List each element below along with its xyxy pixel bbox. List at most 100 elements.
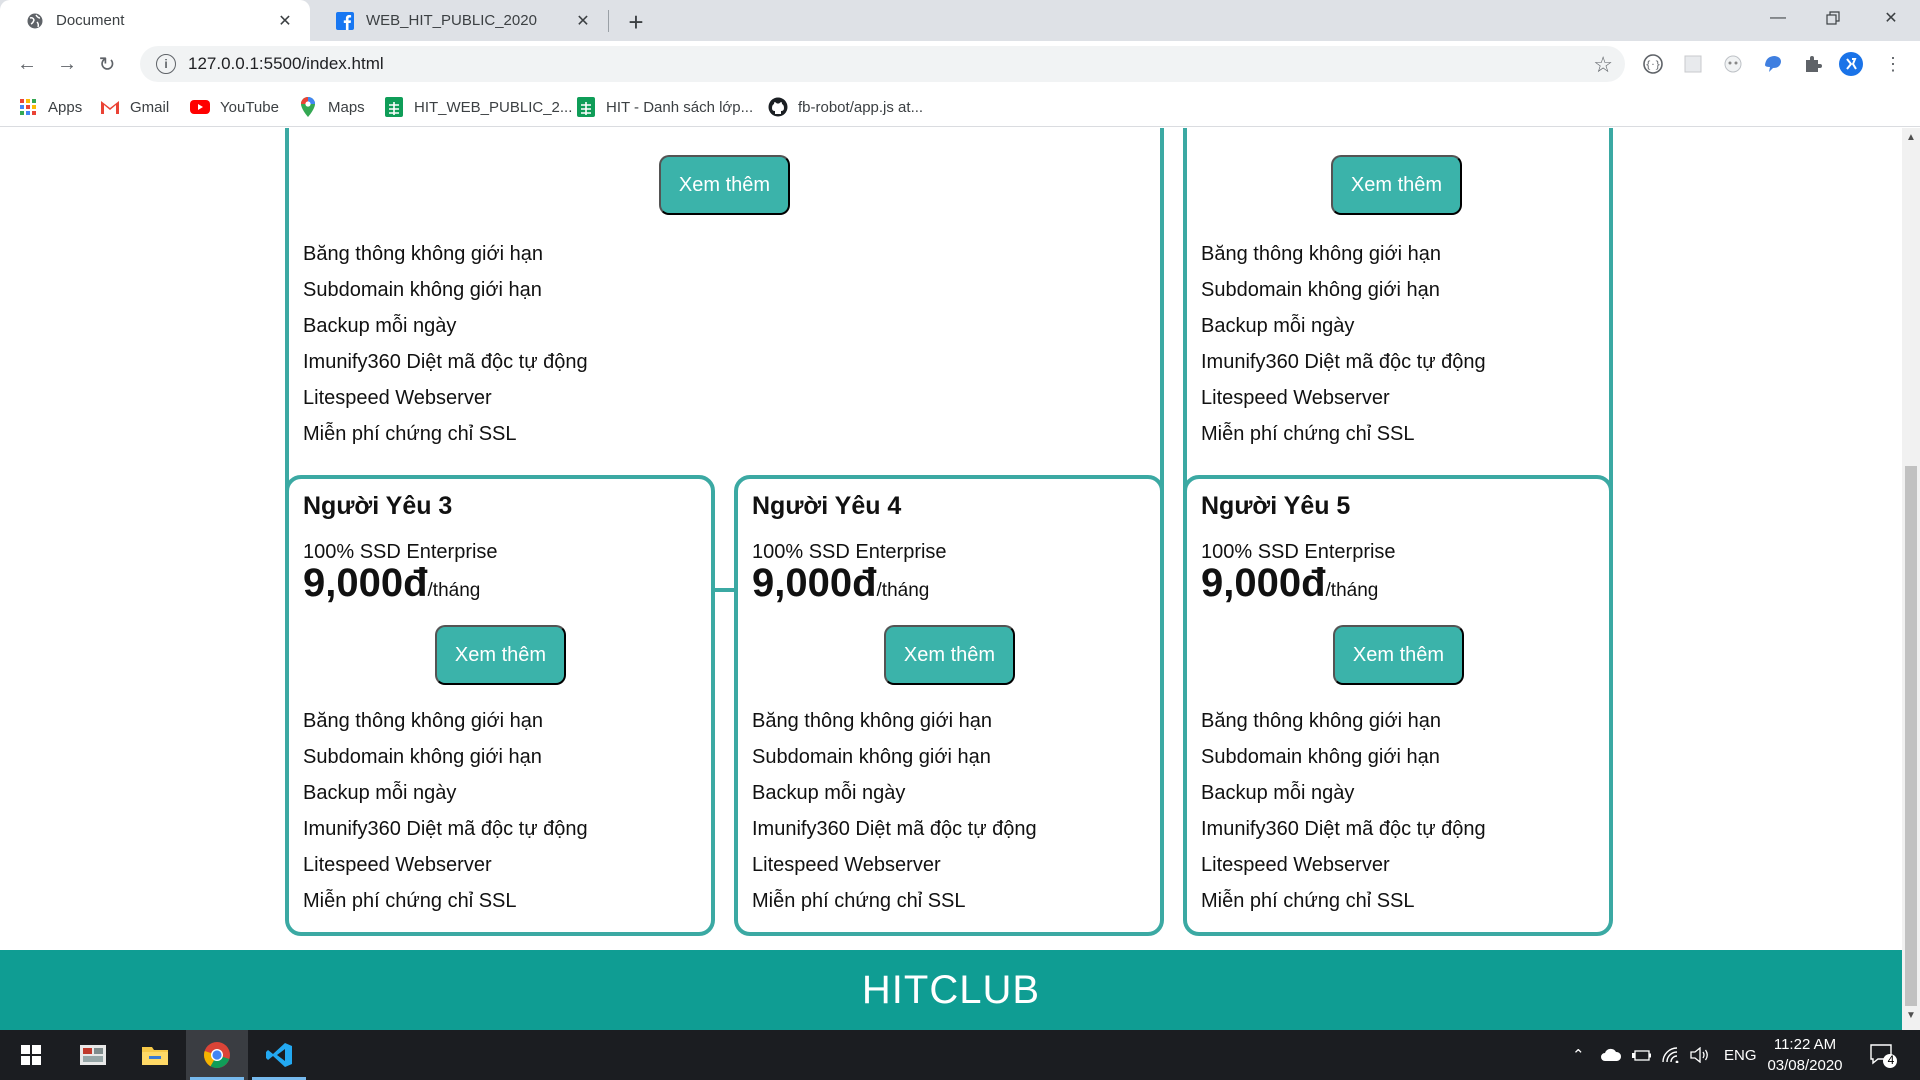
vscode-icon[interactable] bbox=[248, 1030, 310, 1080]
extension-icon[interactable]: {·} bbox=[1640, 51, 1666, 77]
windows-start-icon[interactable] bbox=[0, 1030, 62, 1080]
feature-item: Imunify360 Diệt mã độc tự động bbox=[303, 818, 588, 840]
puzzle-icon[interactable] bbox=[1800, 51, 1826, 77]
address-bar[interactable]: i 127.0.0.1:5500/index.html ☆ bbox=[140, 46, 1625, 82]
scroll-thumb[interactable] bbox=[1905, 466, 1917, 1006]
feature-list: Băng thông không giới hạn Subdomain khôn… bbox=[1201, 703, 1486, 919]
globe-icon bbox=[26, 12, 44, 30]
pricing-card-nguoi-yeu-3: Người Yêu 3 100% SSD Enterprise 9,000đ/t… bbox=[285, 475, 715, 936]
price-amount: 9,000đ bbox=[303, 561, 428, 605]
bookmark-apps[interactable]: Apps bbox=[18, 95, 82, 119]
sheets-icon bbox=[384, 97, 404, 117]
tab-web-hit-public[interactable]: WEB_HIT_PUBLIC_2020 ✕ bbox=[310, 0, 608, 41]
volume-icon[interactable] bbox=[1690, 1030, 1710, 1080]
plan-price: 9,000đ/tháng bbox=[752, 561, 929, 606]
feature-item: Băng thông không giới hạn bbox=[1201, 710, 1441, 732]
feature-item: Litespeed Webserver bbox=[303, 387, 492, 409]
bookmark-label: HIT - Danh sách lớp... bbox=[606, 98, 754, 116]
feature-item: Imunify360 Diệt mã độc tự động bbox=[752, 818, 1037, 840]
xem-them-button[interactable]: Xem thêm bbox=[1331, 155, 1462, 215]
tab-title: WEB_HIT_PUBLIC_2020 bbox=[366, 12, 537, 29]
sheets-icon bbox=[576, 97, 596, 117]
extension-icon[interactable] bbox=[1680, 51, 1706, 77]
new-tab-button[interactable]: + bbox=[620, 6, 652, 38]
feature-list: Băng thông không giới hạn Subdomain khôn… bbox=[1201, 236, 1486, 452]
bookmark-fb-robot[interactable]: fb-robot/app.js at... bbox=[768, 95, 923, 119]
plan-title: Người Yêu 5 bbox=[1201, 492, 1351, 520]
price-unit: /tháng bbox=[1325, 580, 1379, 601]
bookmark-star-icon[interactable]: ☆ bbox=[1593, 52, 1613, 78]
info-icon[interactable]: i bbox=[156, 54, 176, 74]
windows-taskbar: ⌃ ENG 11:22 AM 03/08/2020 4 bbox=[0, 1030, 1920, 1080]
bookmark-youtube[interactable]: YouTube bbox=[190, 95, 279, 119]
price-unit: /tháng bbox=[427, 580, 481, 601]
feature-item: Subdomain không giới hạn bbox=[1201, 746, 1440, 768]
chrome-icon[interactable] bbox=[186, 1030, 248, 1080]
browser-toolbar: ← → ↻ i 127.0.0.1:5500/index.html ☆ {·} … bbox=[0, 41, 1920, 87]
bookmark-label: Apps bbox=[48, 98, 83, 116]
battery-icon[interactable] bbox=[1632, 1030, 1652, 1080]
system-clock[interactable]: 11:22 AM 03/08/2020 bbox=[1760, 1034, 1850, 1076]
xem-them-button[interactable]: Xem thêm bbox=[884, 625, 1015, 685]
back-icon[interactable]: ← bbox=[10, 47, 44, 81]
feature-item: Subdomain không giới hạn bbox=[303, 279, 542, 301]
restore-icon[interactable] bbox=[1806, 0, 1860, 36]
plan-price: 9,000đ/tháng bbox=[303, 561, 480, 606]
tab-document[interactable]: Document ✕ bbox=[0, 0, 310, 41]
price-amount: 9,000đ bbox=[752, 561, 877, 605]
tab-title: Document bbox=[56, 12, 125, 29]
file-explorer-icon[interactable] bbox=[124, 1030, 186, 1080]
feature-item: Litespeed Webserver bbox=[1201, 387, 1390, 409]
notification-count: 4 bbox=[1887, 1053, 1895, 1067]
feature-item: Miễn phí chứng chỉ SSL bbox=[752, 890, 966, 912]
close-window-icon[interactable]: ✕ bbox=[1864, 0, 1918, 36]
feature-item: Litespeed Webserver bbox=[1201, 854, 1390, 876]
feature-item: Imunify360 Diệt mã độc tự động bbox=[1201, 351, 1486, 373]
pricing-card-nguoi-yeu-4: Người Yêu 4 100% SSD Enterprise 9,000đ/t… bbox=[734, 475, 1164, 936]
extension-icon[interactable] bbox=[1720, 51, 1746, 77]
bookmarks-bar: Apps Gmail YouTube Maps HIT_WEB_PUBLIC_2… bbox=[0, 87, 1920, 127]
feature-item: Miễn phí chứng chỉ SSL bbox=[303, 890, 517, 912]
scroll-down-arrow-icon[interactable]: ▼ bbox=[1902, 1010, 1920, 1026]
maps-pin-icon bbox=[298, 97, 318, 117]
feature-item: Subdomain không giới hạn bbox=[303, 746, 542, 768]
svg-text:{·}: {·} bbox=[1645, 60, 1661, 71]
bookmark-label: fb-robot/app.js at... bbox=[798, 98, 924, 116]
menu-icon[interactable]: ⋮ bbox=[1880, 51, 1906, 77]
bookmark-maps[interactable]: Maps bbox=[298, 95, 365, 119]
pricing-card-nguoi-yeu-5: Người Yêu 5 100% SSD Enterprise 9,000đ/t… bbox=[1183, 475, 1613, 936]
bookmark-label: Maps bbox=[328, 98, 365, 116]
forward-icon[interactable]: → bbox=[50, 47, 84, 81]
minimize-icon[interactable]: — bbox=[1751, 0, 1805, 36]
close-icon[interactable]: ✕ bbox=[572, 10, 594, 32]
notification-center-icon[interactable]: 4 bbox=[1868, 1030, 1898, 1080]
xem-them-button[interactable]: Xem thêm bbox=[1333, 625, 1464, 685]
bookmark-hit-danh-sach[interactable]: HIT - Danh sách lớp... bbox=[576, 95, 753, 119]
reload-icon[interactable]: ↻ bbox=[90, 47, 124, 81]
feature-list: Băng thông không giới hạn Subdomain khôn… bbox=[303, 703, 588, 919]
feature-item: Miễn phí chứng chỉ SSL bbox=[1201, 423, 1415, 445]
plan-price: 9,000đ/tháng bbox=[1201, 561, 1378, 606]
bookmark-hit-web-public[interactable]: HIT_WEB_PUBLIC_2... bbox=[384, 95, 572, 119]
bookmark-gmail[interactable]: Gmail bbox=[100, 95, 169, 119]
feature-item: Băng thông không giới hạn bbox=[752, 710, 992, 732]
feature-item: Backup mỗi ngày bbox=[1201, 782, 1355, 804]
wifi-icon[interactable] bbox=[1662, 1030, 1680, 1080]
scroll-up-arrow-icon[interactable]: ▲ bbox=[1902, 132, 1920, 148]
xem-them-button[interactable]: Xem thêm bbox=[435, 625, 566, 685]
xem-them-button[interactable]: Xem thêm bbox=[659, 155, 790, 215]
url-text: 127.0.0.1:5500/index.html bbox=[188, 54, 384, 73]
feature-list: Băng thông không giới hạn Subdomain khôn… bbox=[303, 236, 588, 452]
feature-item: Băng thông không giới hạn bbox=[303, 243, 543, 265]
show-hidden-icons-icon[interactable]: ⌃ bbox=[1572, 1030, 1585, 1080]
feature-item: Imunify360 Diệt mã độc tự động bbox=[303, 351, 588, 373]
input-language[interactable]: ENG bbox=[1724, 1030, 1757, 1080]
avatar[interactable] bbox=[1838, 51, 1864, 77]
onedrive-cloud-icon[interactable] bbox=[1600, 1030, 1622, 1080]
close-icon[interactable]: ✕ bbox=[274, 10, 296, 32]
feature-item: Litespeed Webserver bbox=[752, 854, 941, 876]
feature-item: Miễn phí chứng chỉ SSL bbox=[303, 423, 517, 445]
app-icon[interactable] bbox=[62, 1030, 124, 1080]
extension-icon[interactable] bbox=[1760, 51, 1786, 77]
page-scrollbar[interactable]: ▲ ▼ bbox=[1902, 128, 1920, 1030]
